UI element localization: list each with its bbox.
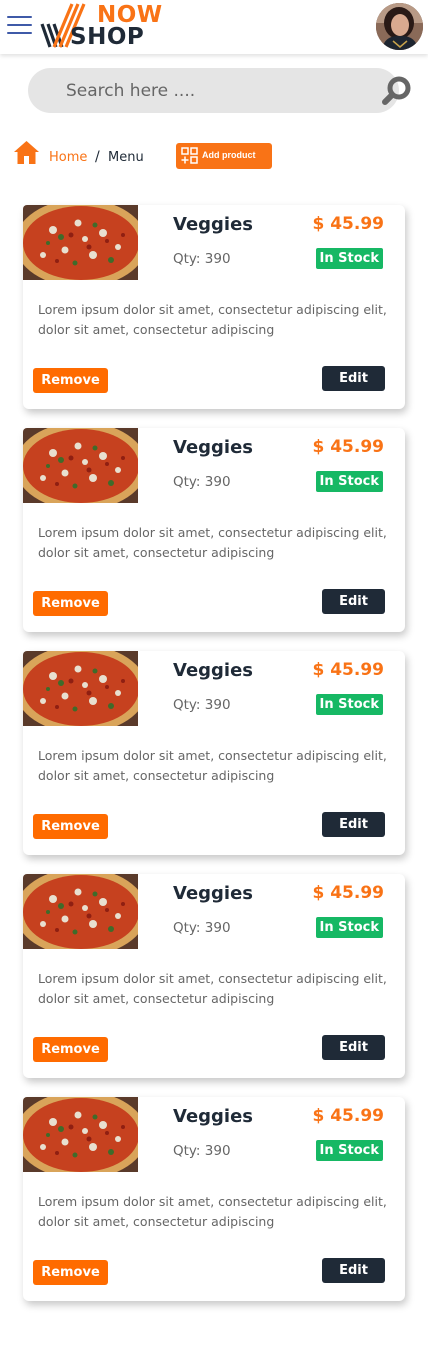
add-product-label: Add product	[202, 150, 256, 160]
avatar-portrait-icon	[376, 3, 423, 50]
breadcrumb-current: Menu	[108, 150, 144, 165]
edit-button[interactable]: Edit	[322, 1258, 385, 1283]
product-name: Veggies	[173, 214, 254, 235]
stock-badge: In Stock	[315, 917, 383, 938]
product-description: Lorem ipsum dolor sit amet, consectetur …	[38, 1194, 387, 1229]
edit-button[interactable]: Edit	[322, 589, 385, 614]
logo-shop-text: SHOP	[70, 24, 145, 50]
search-icon[interactable]	[380, 75, 414, 107]
product-qty: Qty: 390	[173, 474, 231, 490]
product-image[interactable]	[23, 874, 138, 949]
remove-button[interactable]: Remove	[33, 591, 108, 616]
product-qty: Qty: 390	[173, 920, 231, 936]
product-price: $ 45.99	[312, 660, 384, 680]
product-card: Veggies $ 45.99 Qty: 390 In Stock Lorem …	[23, 1097, 405, 1301]
hamburger-line	[7, 32, 32, 34]
breadcrumb-separator: /	[95, 149, 100, 165]
add-grid-icon	[181, 147, 198, 164]
product-price: $ 45.99	[312, 883, 384, 903]
product-qty: Qty: 390	[173, 251, 231, 267]
product-name: Veggies	[173, 1106, 254, 1127]
product-image[interactable]	[23, 1097, 138, 1172]
add-product-button[interactable]: Add product	[176, 143, 272, 169]
product-description: Lorem ipsum dolor sit amet, consectetur …	[38, 748, 387, 783]
pizza-image	[23, 428, 138, 503]
product-name: Veggies	[173, 660, 254, 681]
stock-badge: In Stock	[315, 248, 383, 269]
remove-button[interactable]: Remove	[33, 1260, 108, 1285]
edit-button[interactable]: Edit	[322, 366, 385, 391]
edit-button[interactable]: Edit	[322, 812, 385, 837]
remove-button[interactable]: Remove	[33, 814, 108, 839]
user-avatar[interactable]	[376, 3, 423, 50]
stock-badge: In Stock	[315, 471, 383, 492]
pizza-image	[23, 651, 138, 726]
hamburger-line	[7, 24, 32, 26]
search-bar[interactable]	[28, 68, 411, 113]
product-image[interactable]	[23, 205, 138, 280]
product-price: $ 45.99	[312, 1106, 384, 1126]
product-card: Veggies $ 45.99 Qty: 390 In Stock Lorem …	[23, 428, 405, 632]
pizza-image	[23, 205, 138, 280]
product-card: Veggies $ 45.99 Qty: 390 In Stock Lorem …	[23, 651, 405, 855]
search-input[interactable]	[66, 68, 346, 113]
product-name: Veggies	[173, 883, 254, 904]
home-icon[interactable]	[13, 140, 40, 165]
remove-button[interactable]: Remove	[33, 1037, 108, 1062]
stock-badge: In Stock	[315, 694, 383, 715]
product-description: Lorem ipsum dolor sit amet, consectetur …	[38, 971, 387, 1006]
app-header: NOW SHOP	[0, 0, 428, 54]
breadcrumb-home-link[interactable]: Home	[49, 150, 87, 165]
product-price: $ 45.99	[312, 214, 384, 234]
product-image[interactable]	[23, 651, 138, 726]
product-qty: Qty: 390	[173, 697, 231, 713]
stock-badge: In Stock	[315, 1140, 383, 1161]
remove-button[interactable]: Remove	[33, 368, 108, 393]
logo[interactable]: NOW SHOP	[40, 2, 172, 50]
product-description: Lorem ipsum dolor sit amet, consectetur …	[38, 525, 387, 560]
product-qty: Qty: 390	[173, 1143, 231, 1159]
product-name: Veggies	[173, 437, 254, 458]
pizza-image	[23, 1097, 138, 1172]
hamburger-line	[7, 16, 32, 18]
hamburger-icon[interactable]	[7, 16, 32, 34]
product-card: Veggies $ 45.99 Qty: 390 In Stock Lorem …	[23, 205, 405, 409]
product-price: $ 45.99	[312, 437, 384, 457]
edit-button[interactable]: Edit	[322, 1035, 385, 1060]
pizza-image	[23, 874, 138, 949]
product-image[interactable]	[23, 428, 138, 503]
product-description: Lorem ipsum dolor sit amet, consectetur …	[38, 302, 387, 337]
product-card: Veggies $ 45.99 Qty: 390 In Stock Lorem …	[23, 874, 405, 1078]
